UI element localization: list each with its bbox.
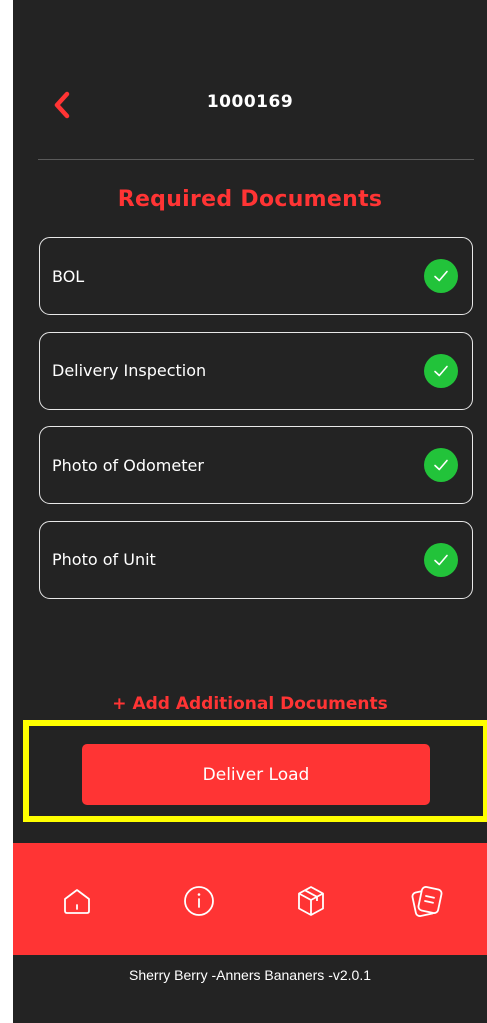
document-label: Delivery Inspection (52, 361, 207, 380)
deliver-load-button[interactable]: Deliver Load (82, 744, 430, 805)
tab-info[interactable] (177, 879, 221, 923)
home-icon (64, 889, 90, 914)
bottom-tab-bar (13, 843, 487, 955)
check-circle-icon (424, 448, 458, 482)
footer-text: Sherry Berry -Anners Bananers -v2.0.1 (129, 967, 371, 983)
tab-documents[interactable] (405, 879, 449, 923)
page-title: 1000169 (206, 92, 294, 112)
document-label: BOL (52, 266, 85, 286)
document-item-photo-of-odometer[interactable]: Photo of Odometer (39, 426, 473, 504)
check-circle-icon (424, 542, 458, 577)
section-title: Required Documents (117, 187, 383, 212)
documents-icon (411, 886, 443, 917)
tab-home[interactable] (55, 879, 99, 923)
check-circle-icon (424, 259, 458, 293)
document-label: Photo of Unit (52, 550, 156, 569)
document-item-bol[interactable]: BOL (39, 237, 473, 315)
header-divider (38, 159, 474, 160)
highlight-box-edge (473, 720, 487, 822)
document-label: Photo of Odometer (52, 455, 204, 475)
info-icon (184, 886, 214, 916)
app-screen: 1000169 Required Documents BOL Delivery … (13, 0, 487, 1023)
package-icon (298, 886, 324, 916)
document-item-delivery-inspection[interactable]: Delivery Inspection (39, 331, 473, 410)
document-item-photo-of-unit[interactable]: Photo of Unit (39, 520, 473, 599)
tab-package[interactable] (289, 879, 333, 923)
document-list: BOL Delivery Inspection Photo of Odomete… (39, 237, 473, 615)
header: 1000169 (13, 70, 487, 140)
check-circle-icon (424, 353, 458, 388)
add-additional-documents-link[interactable]: + Add Additional Documents (13, 694, 487, 714)
